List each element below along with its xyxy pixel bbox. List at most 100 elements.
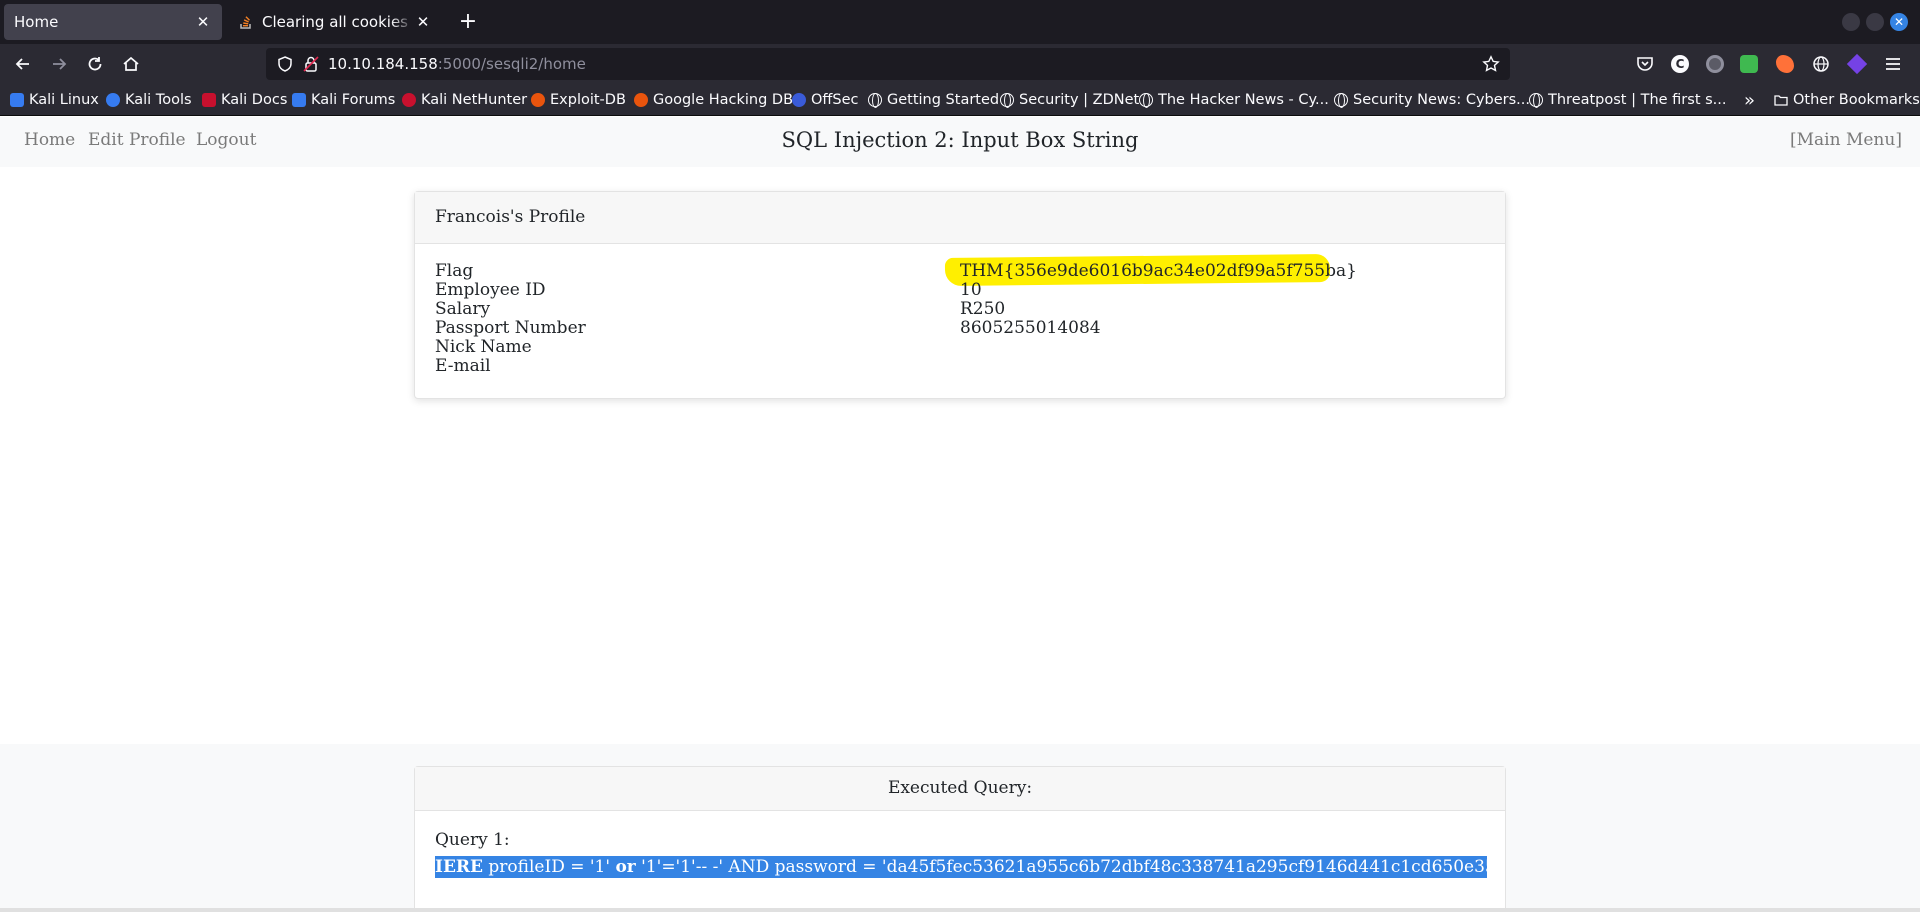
bookmark-kali-nethunter[interactable]: Kali NetHunter bbox=[402, 90, 527, 110]
back-button[interactable] bbox=[7, 48, 39, 80]
bookmark-kali-forums[interactable]: Kali Forums bbox=[292, 90, 395, 110]
bookmark-label: Google Hacking DB bbox=[653, 92, 794, 108]
tab-home[interactable]: Home ✕ bbox=[4, 4, 222, 40]
bookmark-kali-docs[interactable]: Kali Docs bbox=[202, 90, 287, 110]
field-label: Salary bbox=[435, 299, 491, 319]
executed-query-card: Executed Query: Query 1: IERE profileID … bbox=[414, 766, 1506, 912]
query-keyword-where: IERE bbox=[435, 857, 483, 877]
profile-card: Francois's Profile Flag THM{356e9de6016b… bbox=[414, 191, 1506, 399]
bookmark-label: Security News: Cybers... bbox=[1353, 92, 1531, 108]
globe-icon bbox=[1000, 93, 1014, 108]
query-fragment: '1'='1'-- -' AND password = 'da45f5fec53… bbox=[635, 857, 1487, 877]
kali-dragon-icon bbox=[10, 93, 24, 107]
executed-query-heading: Executed Query: bbox=[415, 767, 1505, 811]
bookmark-kali-linux[interactable]: Kali Linux bbox=[10, 90, 99, 110]
menu-hamburger-icon[interactable] bbox=[1884, 55, 1902, 73]
field-label: E-mail bbox=[435, 356, 491, 376]
extension-purple-icon[interactable] bbox=[1846, 53, 1868, 75]
main-menu-link[interactable]: [Main Menu] bbox=[1790, 130, 1902, 150]
field-label: Flag bbox=[435, 261, 474, 281]
window-bottom-edge bbox=[0, 908, 1920, 912]
url-text[interactable]: 10.10.184.158:5000/sesqli2/home bbox=[328, 55, 586, 73]
url-path: :5000/sesqli2/home bbox=[437, 55, 586, 73]
close-window-icon[interactable]: ✕ bbox=[1890, 13, 1908, 31]
bookmarks-toolbar: Kali Linux Kali Tools Kali Docs Kali For… bbox=[0, 84, 1920, 116]
reload-button[interactable] bbox=[79, 48, 111, 80]
query-label: Query 1: bbox=[435, 830, 510, 850]
offsec-icon bbox=[792, 93, 806, 107]
profile-card-header: Francois's Profile bbox=[415, 192, 1505, 244]
kali-docs-icon bbox=[202, 93, 216, 107]
profile-row-flag: Flag THM{356e9de6016b9ac34e02df99a5f755b… bbox=[435, 253, 1485, 287]
field-value: R250 bbox=[960, 299, 1006, 319]
globe-icon bbox=[1529, 93, 1543, 108]
ghdb-icon bbox=[634, 93, 648, 107]
tab-bar: Home ✕ Clearing all cookies with JavaScr… bbox=[0, 0, 1920, 44]
bookmark-label: Kali NetHunter bbox=[421, 92, 528, 108]
profile-row-nick-name: Nick Name bbox=[435, 338, 1485, 357]
bookmarks-overflow-chevron-icon[interactable]: » bbox=[1744, 90, 1755, 111]
foxyproxy-icon[interactable] bbox=[1776, 55, 1794, 73]
query-keyword-or: or bbox=[615, 857, 636, 877]
tab-clearing-cookies[interactable]: Clearing all cookies with JavaScript ✕ bbox=[228, 4, 442, 40]
bookmark-star-icon[interactable] bbox=[1482, 55, 1500, 73]
new-tab-button[interactable]: + bbox=[452, 8, 484, 36]
forward-button[interactable] bbox=[43, 48, 75, 80]
field-label: Passport Number bbox=[435, 318, 586, 338]
bookmark-label: Getting Started bbox=[887, 92, 1000, 108]
profile-row-employee-id: Employee ID 10 bbox=[435, 281, 1485, 300]
bookmark-label: Other Bookmarks bbox=[1793, 92, 1920, 108]
field-label: Employee ID bbox=[435, 280, 546, 300]
bookmark-zdnet[interactable]: Security | ZDNet bbox=[1000, 90, 1139, 110]
pocket-icon[interactable] bbox=[1636, 55, 1654, 73]
bookmark-exploit-db[interactable]: Exploit-DB bbox=[531, 90, 626, 110]
address-bar[interactable]: 10.10.184.158:5000/sesqli2/home bbox=[266, 48, 1510, 80]
stackoverflow-icon bbox=[240, 16, 251, 29]
insecure-lock-icon[interactable] bbox=[302, 55, 320, 73]
field-label: Nick Name bbox=[435, 337, 532, 357]
bookmark-other-bookmarks[interactable]: Other Bookmarks bbox=[1774, 90, 1920, 110]
kali-forums-icon bbox=[292, 93, 306, 107]
bookmark-label: OffSec bbox=[811, 92, 859, 108]
bookmark-label: Threatpost | The first s... bbox=[1548, 92, 1727, 108]
bookmark-threatpost[interactable]: Threatpost | The first s... bbox=[1529, 90, 1727, 110]
kali-nethunter-icon bbox=[402, 93, 416, 107]
profile-row-salary: Salary R250 bbox=[435, 300, 1485, 319]
maximize-window-icon[interactable] bbox=[1866, 13, 1884, 31]
minimize-window-icon[interactable] bbox=[1842, 13, 1860, 31]
navigation-toolbar: 10.10.184.158:5000/sesqli2/home C bbox=[0, 44, 1920, 84]
kali-tools-icon bbox=[106, 93, 120, 107]
query-text-selected[interactable]: IERE profileID = '1' or '1'='1'-- -' AND… bbox=[435, 856, 1487, 878]
exploit-db-icon bbox=[531, 93, 545, 107]
bookmark-hacker-news[interactable]: The Hacker News - Cy... bbox=[1139, 90, 1329, 110]
globe-icon bbox=[868, 93, 882, 108]
query-fragment: profileID = '1' bbox=[483, 857, 616, 877]
field-value: 10 bbox=[960, 280, 982, 300]
tab-title: Home bbox=[14, 13, 59, 31]
bookmark-label: Kali Linux bbox=[29, 92, 99, 108]
bookmark-kali-tools[interactable]: Kali Tools bbox=[106, 90, 192, 110]
bookmark-label: Kali Docs bbox=[221, 92, 288, 108]
extension-green-icon[interactable] bbox=[1740, 55, 1758, 73]
globe-icon bbox=[1139, 93, 1153, 108]
url-host: 10.10.184.158 bbox=[328, 55, 438, 73]
tracking-protection-shield-icon[interactable] bbox=[276, 55, 294, 73]
bookmark-offsec[interactable]: OffSec bbox=[792, 90, 859, 110]
extension-grey-icon[interactable] bbox=[1706, 55, 1724, 73]
site-navbar: Home Edit Profile Logout SQL Injection 2… bbox=[0, 117, 1920, 167]
home-button[interactable] bbox=[115, 48, 147, 80]
close-tab-icon[interactable]: ✕ bbox=[414, 13, 432, 31]
close-tab-icon[interactable]: ✕ bbox=[194, 13, 212, 31]
back-arrow-icon bbox=[15, 58, 29, 70]
bookmark-getting-started[interactable]: Getting Started bbox=[868, 90, 999, 110]
page-title: SQL Injection 2: Input Box String bbox=[781, 128, 1139, 152]
globe-icon bbox=[1334, 93, 1348, 108]
profile-row-email: E-mail bbox=[435, 357, 1485, 376]
reload-icon bbox=[88, 57, 102, 71]
bookmark-google-hacking-db[interactable]: Google Hacking DB bbox=[634, 90, 793, 110]
bookmark-label: Kali Tools bbox=[125, 92, 192, 108]
query-footer: Executed Query: Query 1: IERE profileID … bbox=[0, 744, 1920, 912]
bookmark-security-news[interactable]: Security News: Cybers... bbox=[1334, 90, 1530, 110]
cookie-editor-extension-icon[interactable]: C bbox=[1671, 55, 1689, 73]
globe-extension-icon[interactable] bbox=[1812, 55, 1830, 73]
